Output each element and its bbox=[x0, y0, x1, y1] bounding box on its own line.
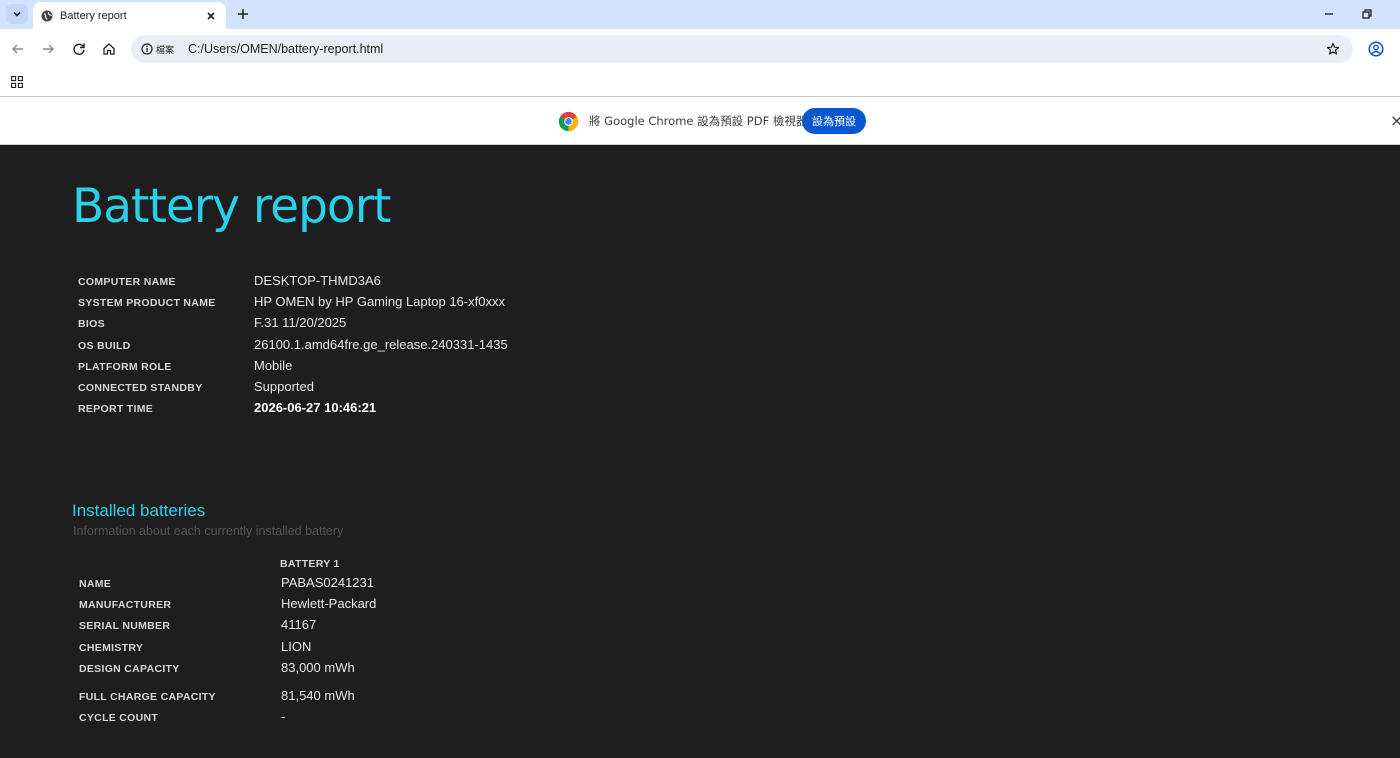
installed-batteries-heading: Installed batteries bbox=[72, 501, 206, 520]
profile-button[interactable] bbox=[1366, 39, 1386, 59]
battery-info-label: SERIAL NUMBER bbox=[79, 620, 171, 633]
system-info-row: REPORT TIME 2026-06-27 10:46:21 bbox=[78, 400, 508, 421]
battery-info-row: DESIGN CAPACITY 83,000 mWh bbox=[79, 660, 376, 681]
system-info-value: DESKTOP-THMD3A6 bbox=[254, 273, 381, 288]
system-info-value: F.31 11/20/2025 bbox=[254, 315, 347, 331]
report-title: Battery report bbox=[72, 179, 391, 234]
battery-info-value: 83,000 mWh bbox=[281, 659, 355, 675]
battery-info-label: MANUFACTURER bbox=[79, 599, 172, 612]
battery-info-row: CHEMISTRY LION bbox=[79, 639, 376, 660]
forward-button[interactable] bbox=[38, 39, 58, 59]
battery-info-label: CYCLE COUNT bbox=[79, 712, 159, 725]
system-info-value: 26100.1.amd64fre.ge_release.240331-1435 bbox=[254, 336, 508, 352]
home-icon bbox=[103, 43, 115, 55]
address-bar[interactable]: 檔案 C:/Users/OMEN/battery-report.html bbox=[131, 35, 1353, 63]
new-tab-button[interactable] bbox=[233, 4, 253, 24]
system-info-label: CONNECTED STANDBY bbox=[78, 381, 203, 394]
battery-info-label: DESIGN CAPACITY bbox=[79, 662, 180, 675]
battery-column-header: BATTERY 1 bbox=[280, 558, 340, 570]
restore-icon bbox=[1362, 9, 1372, 19]
reload-icon bbox=[73, 43, 85, 55]
arrow-left-icon bbox=[12, 44, 23, 54]
battery-info-value: 41167 bbox=[281, 617, 317, 633]
system-info-row: CONNECTED STANDBY Supported bbox=[78, 379, 508, 400]
system-info-value: HP OMEN by HP Gaming Laptop 16-xf0xxx bbox=[254, 294, 505, 310]
system-info-label: SYSTEM PRODUCT NAME bbox=[78, 297, 216, 310]
installed-batteries-subtitle: Information about each currently install… bbox=[73, 524, 344, 538]
apps-button[interactable] bbox=[8, 73, 26, 91]
minimize-button[interactable] bbox=[1318, 4, 1340, 24]
system-info-label: OS BUILD bbox=[78, 339, 131, 352]
infobar-message: 將 Google Chrome 設為預設 PDF 檢視器 bbox=[589, 114, 808, 128]
system-info-label: BIOS bbox=[78, 318, 105, 331]
battery-info-label: CHEMISTRY bbox=[79, 641, 144, 654]
battery-info-row: CYCLE COUNT - bbox=[79, 709, 376, 730]
battery-info-value: LION bbox=[281, 638, 312, 654]
battery-info-row: MANUFACTURER Hewlett-Packard bbox=[79, 596, 376, 617]
system-info-value: Supported bbox=[254, 378, 314, 394]
battery-info-row: FULL CHARGE CAPACITY 81,540 mWh bbox=[79, 688, 376, 709]
set-default-button[interactable]: 設為預設 bbox=[802, 108, 866, 134]
tab-strip: Battery report bbox=[0, 0, 1400, 29]
battery-info-value: - bbox=[281, 709, 286, 725]
system-info-row: OS BUILD 26100.1.amd64fre.ge_release.2403… bbox=[78, 337, 508, 358]
system-info-value: 2026-06-27 10:46:21 bbox=[254, 400, 377, 416]
system-info-table: COMPUTER NAME DESKTOP-THMD3A6 SYSTEM PRODU… bbox=[78, 273, 508, 421]
chevron-down-icon bbox=[13, 11, 21, 17]
report-page: Battery report COMPUTER NAME DESKTOP-THMD… bbox=[0, 145, 1400, 758]
apps-grid-icon bbox=[11, 76, 23, 88]
battery-info-label: FULL CHARGE CAPACITY bbox=[79, 690, 216, 703]
back-button[interactable] bbox=[8, 39, 28, 59]
site-info-button[interactable]: 檔案 bbox=[139, 39, 180, 59]
info-icon bbox=[141, 43, 153, 55]
bookmark-star-icon[interactable] bbox=[1323, 39, 1343, 59]
system-info-row: COMPUTER NAME DESKTOP-THMD3A6 bbox=[78, 273, 508, 294]
chrome-logo-icon bbox=[558, 111, 579, 132]
battery-info-table: NAME PABAS0241231 MANUFACTURER Hewlett-Pack… bbox=[79, 575, 376, 730]
tab-title: Battery report bbox=[60, 9, 127, 22]
system-info-label: REPORT TIME bbox=[78, 403, 154, 416]
battery-info-row: SERIAL NUMBER 41167 bbox=[79, 617, 376, 638]
system-info-label: PLATFORM ROLE bbox=[78, 360, 172, 373]
battery-info-value: PABAS0241231 bbox=[281, 575, 374, 590]
bookmarks-bar bbox=[0, 69, 1400, 97]
close-tab-icon[interactable] bbox=[202, 7, 220, 25]
tab-search-button[interactable] bbox=[6, 4, 28, 24]
minimize-icon bbox=[1325, 13, 1333, 15]
globe-icon bbox=[41, 10, 53, 22]
system-info-label: COMPUTER NAME bbox=[78, 276, 176, 288]
battery-info-row: NAME PABAS0241231 bbox=[79, 575, 376, 596]
system-info-value: Mobile bbox=[254, 357, 293, 373]
system-info-row: PLATFORM ROLE Mobile bbox=[78, 358, 508, 379]
reload-button[interactable] bbox=[69, 39, 89, 59]
infobar-close-icon[interactable]: × bbox=[1390, 111, 1400, 131]
site-chip-label: 檔案 bbox=[156, 45, 175, 56]
plus-icon bbox=[238, 9, 248, 19]
battery-info-value: Hewlett-Packard bbox=[281, 596, 377, 612]
home-button[interactable] bbox=[99, 39, 119, 59]
url-text[interactable]: C:/Users/OMEN/battery-report.html bbox=[188, 42, 1323, 56]
system-info-row: SYSTEM PRODUCT NAME HP OMEN by HP Gaming … bbox=[78, 294, 508, 315]
battery-info-value: 81,540 mWh bbox=[281, 687, 355, 703]
battery-info-label: NAME bbox=[79, 578, 112, 590]
profile-icon bbox=[1368, 41, 1384, 57]
default-pdf-infobar: 將 Google Chrome 設為預設 PDF 檢視器 設為預設 × bbox=[0, 97, 1400, 145]
tab-battery-report[interactable]: Battery report bbox=[33, 2, 226, 29]
toolbar: 檔案 C:/Users/OMEN/battery-report.html bbox=[0, 29, 1400, 69]
restore-button[interactable] bbox=[1356, 4, 1378, 24]
system-info-row: BIOS F.31 11/20/2025 bbox=[78, 315, 508, 336]
arrow-right-icon bbox=[43, 44, 54, 54]
